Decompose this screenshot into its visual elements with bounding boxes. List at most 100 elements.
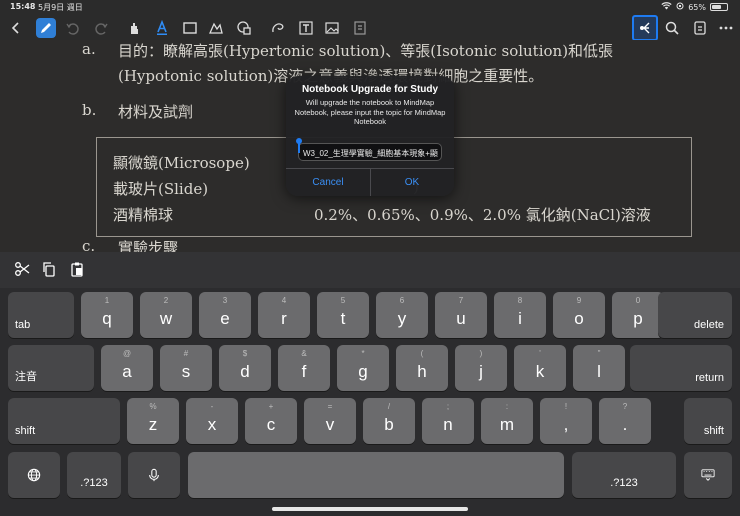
- key-label: r: [281, 309, 287, 328]
- key-label: d: [240, 362, 250, 381]
- key-u[interactable]: 7u: [435, 292, 487, 338]
- key-label: .: [622, 415, 628, 434]
- table-cell: 載玻片(Slide): [113, 180, 209, 198]
- hide-keyboard-key[interactable]: [684, 452, 732, 498]
- search-icon[interactable]: [662, 18, 682, 38]
- globe-key[interactable]: [8, 452, 60, 498]
- redo-icon[interactable]: [92, 18, 112, 38]
- numbers-key[interactable]: .?123: [67, 452, 121, 498]
- numbers-right-key[interactable]: .?123: [572, 452, 676, 498]
- key-label: m: [499, 415, 515, 434]
- key-hint: !: [564, 402, 568, 411]
- key-label: h: [417, 362, 427, 381]
- key-punct-7[interactable]: !,: [540, 398, 592, 444]
- key-r[interactable]: 4r: [258, 292, 310, 338]
- key-y[interactable]: 6y: [376, 292, 428, 338]
- shapes-icon[interactable]: [206, 18, 226, 38]
- numbers-right-key-label: .?123: [610, 477, 638, 489]
- ok-button[interactable]: OK: [370, 169, 454, 196]
- key-w[interactable]: 2w: [140, 292, 192, 338]
- paste-icon[interactable]: [68, 260, 86, 278]
- key-punct-8[interactable]: ?.: [599, 398, 651, 444]
- key-j[interactable]: ) j: [455, 345, 507, 391]
- orientation-lock-icon: [676, 2, 684, 12]
- textbox-icon[interactable]: [296, 18, 316, 38]
- key-q[interactable]: 1q: [81, 292, 133, 338]
- key-hint: ?: [622, 402, 628, 411]
- key-m[interactable]: :m: [481, 398, 533, 444]
- key-label: o: [574, 309, 584, 328]
- key-f[interactable]: & f: [278, 345, 330, 391]
- export-icon[interactable]: [690, 18, 710, 38]
- key-n[interactable]: ; n: [422, 398, 474, 444]
- key-x[interactable]: -x: [186, 398, 238, 444]
- key-l[interactable]: " l: [573, 345, 625, 391]
- text-color-icon[interactable]: [152, 18, 172, 38]
- key-t[interactable]: 5t: [317, 292, 369, 338]
- shift-right-key[interactable]: shift: [684, 398, 732, 444]
- key-hint: *: [361, 349, 365, 358]
- key-b[interactable]: / b: [363, 398, 415, 444]
- text-cursor[interactable]: [296, 138, 302, 153]
- tab-key[interactable]: tab: [8, 292, 74, 338]
- copy-icon[interactable]: [40, 260, 58, 278]
- zhuyin-key-label: 注音: [15, 371, 37, 383]
- key-label: w: [159, 309, 173, 328]
- key-label: i: [518, 309, 522, 328]
- key-p[interactable]: 0p: [612, 292, 664, 338]
- more-icon[interactable]: [716, 18, 736, 38]
- return-key-label: return: [695, 372, 724, 384]
- keyboard-hide-icon: [684, 452, 732, 498]
- dictation-key[interactable]: [128, 452, 180, 498]
- delete-key[interactable]: delete: [658, 292, 732, 338]
- key-o[interactable]: 9o: [553, 292, 605, 338]
- item-a-label: a.: [82, 40, 96, 58]
- extract-icon[interactable]: [350, 18, 370, 38]
- pen-icon[interactable]: [36, 18, 56, 38]
- keyboard-shortcut-bar: [0, 252, 740, 288]
- key-hint: %: [149, 402, 157, 411]
- undo-icon[interactable]: [62, 18, 82, 38]
- key-hint: /: [387, 402, 391, 411]
- dialog-message: Will upgrade the notebook to MindMap Not…: [294, 98, 446, 126]
- key-hint: ): [479, 349, 483, 358]
- key-label: v: [325, 415, 335, 434]
- zhuyin-key[interactable]: 注音: [8, 345, 94, 391]
- key-v[interactable]: = v: [304, 398, 356, 444]
- key-hint: #: [183, 349, 189, 358]
- key-g[interactable]: * g: [337, 345, 389, 391]
- cancel-button[interactable]: Cancel: [286, 169, 370, 196]
- key-hint: ;: [446, 402, 450, 411]
- scissors-icon[interactable]: [13, 260, 31, 278]
- key-s[interactable]: # s: [160, 345, 212, 391]
- key-z[interactable]: % z: [127, 398, 179, 444]
- home-indicator[interactable]: [272, 507, 468, 511]
- return-key[interactable]: return: [630, 345, 732, 391]
- key-hint: 1: [104, 296, 110, 305]
- shift-left-key[interactable]: shift: [8, 398, 120, 444]
- key-d[interactable]: $ d: [219, 345, 271, 391]
- shift-left-label: shift: [15, 425, 36, 437]
- sticker-icon[interactable]: [234, 18, 254, 38]
- key-a[interactable]: @ a: [101, 345, 153, 391]
- mindmap-icon[interactable]: [632, 15, 658, 41]
- key-c[interactable]: + c: [245, 398, 297, 444]
- lasso-icon[interactable]: [268, 18, 288, 38]
- key-hint: 0: [635, 296, 641, 305]
- topic-input[interactable]: W3_02_生理學實驗_細胞基本現象+顯: [298, 143, 442, 161]
- status-right: 65%: [661, 2, 728, 12]
- hand-icon[interactable]: [124, 18, 144, 38]
- space-key[interactable]: [188, 452, 564, 498]
- back-icon[interactable]: [6, 18, 26, 38]
- key-hint: $: [242, 349, 248, 358]
- key-i[interactable]: 8i: [494, 292, 546, 338]
- key-label: g: [358, 362, 368, 381]
- key-hint: 6: [399, 296, 405, 305]
- battery-level: [712, 5, 721, 9]
- key-h[interactable]: (h: [396, 345, 448, 391]
- key-e[interactable]: 3e: [199, 292, 251, 338]
- key-k[interactable]: ' k: [514, 345, 566, 391]
- numbers-key-label: .?123: [80, 477, 108, 489]
- image-icon[interactable]: [322, 18, 342, 38]
- rectangle-icon[interactable]: [180, 18, 200, 38]
